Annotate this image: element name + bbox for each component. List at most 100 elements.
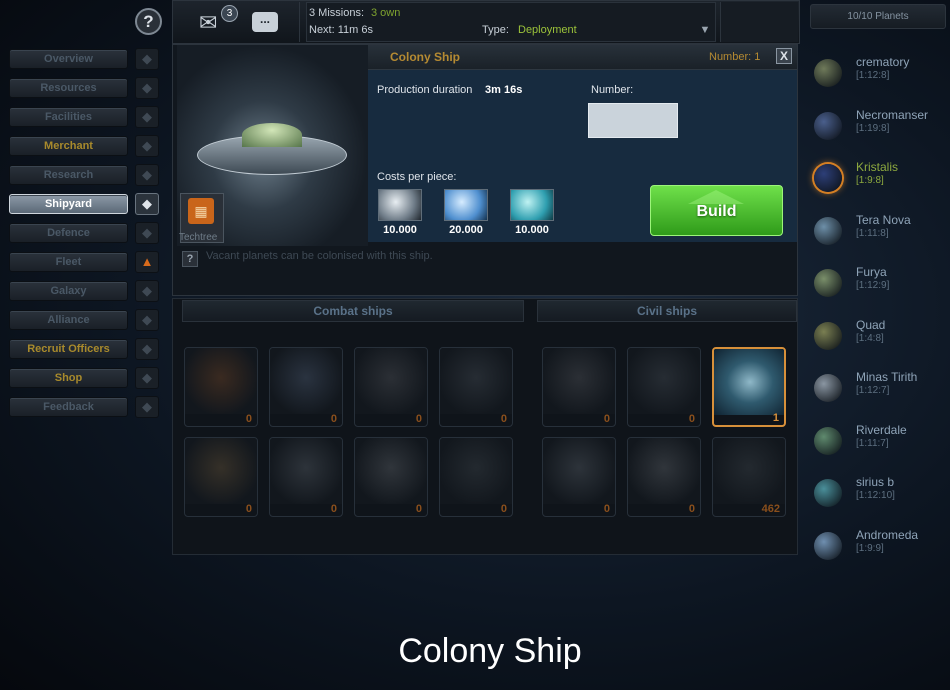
planet-item[interactable]: Furya [1:12:9] xyxy=(810,265,948,309)
ship-image xyxy=(714,349,784,415)
ship-slot[interactable]: 0 xyxy=(542,437,616,517)
owned-number: Number: 1 xyxy=(709,51,761,63)
number-label: Number: xyxy=(591,84,634,96)
number-input[interactable] xyxy=(588,103,678,138)
planet-name: Tera Nova xyxy=(856,212,911,227)
up-arrow-icon xyxy=(688,190,744,204)
costs-label: Costs per piece: xyxy=(377,171,457,183)
ship-slot[interactable]: 0 xyxy=(184,437,258,517)
planet-item[interactable]: Andromeda [1:9:9] xyxy=(810,528,948,572)
defence-icon[interactable]: ◆ xyxy=(135,222,159,244)
ship-count: 0 xyxy=(688,413,695,425)
planet-name: Furya xyxy=(856,265,887,279)
planet-coords: [1:12:10] xyxy=(856,490,895,501)
menu-item-feedback[interactable]: Feedback xyxy=(9,397,128,417)
planet-icon xyxy=(814,321,842,350)
ship-slot[interactable]: 462 xyxy=(712,437,786,517)
ship-image xyxy=(270,438,342,504)
chevron-down-icon[interactable]: ▼ xyxy=(695,24,715,40)
planet-coords: [1:19:8] xyxy=(856,122,890,134)
shipyard-icon[interactable]: ◆ xyxy=(135,193,159,215)
planet-item[interactable]: Quad [1:4:8] xyxy=(810,318,948,362)
planet-coords: [1:11:8] xyxy=(856,227,889,239)
feedback-icon[interactable]: ◆ xyxy=(135,396,159,418)
planet-coords: [1:4:8] xyxy=(856,332,884,344)
techtree-icon[interactable]: ▦ xyxy=(188,198,214,224)
planet-icon[interactable]: ◆ xyxy=(135,48,159,70)
cost-value: 10.000 xyxy=(383,224,417,236)
civil-ships-header[interactable]: Civil ships xyxy=(537,300,797,322)
ship-slot[interactable]: 0 xyxy=(269,437,343,517)
officers-icon[interactable]: ◆ xyxy=(135,338,159,360)
ship-image xyxy=(543,438,615,504)
ship-slot[interactable]: 1 xyxy=(712,347,786,427)
mine-icon[interactable]: ◆ xyxy=(135,77,159,99)
menu-item-alliance[interactable]: Alliance xyxy=(9,310,128,330)
messages-area xyxy=(180,2,300,42)
planet-icon xyxy=(814,269,842,297)
ship-slot[interactable]: 0 xyxy=(184,347,258,427)
ship-image xyxy=(185,438,257,504)
menu-item-overview[interactable]: Overview xyxy=(9,49,128,69)
menu-item-defence[interactable]: Defence xyxy=(9,223,128,243)
planet-coords: [1:9:9] xyxy=(856,542,884,554)
ship-slot[interactable]: 0 xyxy=(542,347,616,427)
cost-value: 10.000 xyxy=(515,224,549,236)
help-button[interactable]: ? xyxy=(135,8,162,35)
planet-item[interactable]: crematory [1:12:8] xyxy=(810,55,948,99)
planet-icon xyxy=(814,374,842,402)
fleet-icon[interactable]: ▲ xyxy=(135,251,159,273)
ship-image xyxy=(270,348,342,414)
menu-item-galaxy[interactable]: Galaxy xyxy=(9,281,128,301)
flask-icon[interactable]: ◆ xyxy=(135,164,159,186)
planet-icon xyxy=(814,531,842,560)
menu-item-shipyard[interactable]: Shipyard xyxy=(9,194,128,214)
ship-slot[interactable]: 0 xyxy=(269,347,343,427)
combat-ships-header[interactable]: Combat ships xyxy=(182,300,524,322)
factory-icon[interactable]: ◆ xyxy=(135,106,159,128)
menu-item-fleet[interactable]: Fleet xyxy=(9,252,128,272)
planet-coords: [1:12:9] xyxy=(856,280,890,291)
planet-name: Kristalis xyxy=(856,160,899,174)
planet-item[interactable]: Tera Nova [1:11:8] xyxy=(810,213,948,257)
ship-count: 462 xyxy=(761,503,780,515)
ship-image xyxy=(628,438,700,504)
missions-panel[interactable] xyxy=(306,2,716,42)
ship-slot[interactable]: 0 xyxy=(627,347,701,427)
crystal-icon xyxy=(444,189,488,221)
planet-coords: [1:9:8] xyxy=(856,175,884,186)
ship-slot[interactable]: 0 xyxy=(354,437,428,517)
menu-item-recruit-officers[interactable]: Recruit Officers xyxy=(9,339,128,359)
ship-slot[interactable]: 0 xyxy=(627,437,701,517)
planet-item[interactable]: Minas Tirith [1:12:7] xyxy=(810,370,948,414)
ship-count: 0 xyxy=(330,503,337,515)
planet-coords: [1:11:7] xyxy=(856,437,889,449)
ship-slot[interactable]: 0 xyxy=(439,347,513,427)
menu-item-resources[interactable]: Resources xyxy=(9,78,128,98)
planet-name: Riverdale xyxy=(856,422,907,437)
planet-item[interactable]: Riverdale [1:11:7] xyxy=(810,423,948,467)
menu-item-merchant[interactable]: Merchant xyxy=(9,136,128,156)
ship-title: Colony Ship xyxy=(390,50,460,64)
menu-item-research[interactable]: Research xyxy=(9,165,128,185)
menu-item-shop[interactable]: Shop xyxy=(9,368,128,388)
description-help-icon[interactable]: ? xyxy=(182,251,198,267)
chat-icon[interactable]: ... xyxy=(252,12,278,32)
next-mission-time: Next: 11m 6s xyxy=(309,24,373,36)
ship-slot[interactable]: 0 xyxy=(439,437,513,517)
menu-item-facilities[interactable]: Facilities xyxy=(9,107,128,127)
ship-image xyxy=(628,348,700,414)
close-icon[interactable]: X xyxy=(776,48,792,64)
ship-count: 0 xyxy=(500,413,507,425)
gift-icon[interactable]: ◆ xyxy=(135,367,159,389)
planet-item[interactable]: Kristalis [1:9:8] xyxy=(810,160,948,204)
missions-own: 3 own xyxy=(371,7,401,19)
ship-slot[interactable]: 0 xyxy=(354,347,428,427)
alliance-icon[interactable]: ◆ xyxy=(135,309,159,331)
ship-count: 0 xyxy=(688,503,695,515)
planet-item[interactable]: sirius b [1:12:10] xyxy=(810,475,948,519)
trade-icon[interactable]: ◆ xyxy=(135,135,159,157)
planet-item[interactable]: Necromanser [1:19:8] xyxy=(810,108,948,152)
galaxy-icon[interactable]: ◆ xyxy=(135,280,159,302)
mail-icon[interactable]: ✉ xyxy=(199,10,217,36)
